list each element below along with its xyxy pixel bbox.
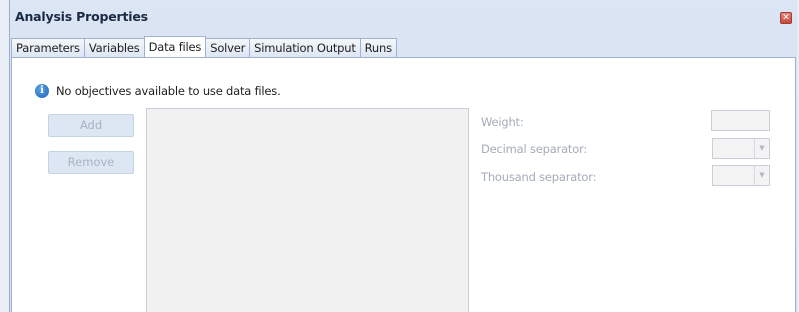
info-icon: i [35,84,49,98]
data-file-list[interactable] [146,108,469,312]
weight-input[interactable] [711,110,770,131]
thousand-separator-label: Thousand separator: [481,170,597,184]
tab-simulation-output[interactable]: Simulation Output [249,38,361,57]
close-icon: ✕ [782,13,790,23]
window-title: Analysis Properties [15,9,148,24]
info-message: i No objectives available to use data fi… [35,83,281,99]
close-button[interactable]: ✕ [780,12,792,24]
info-message-text: No objectives available to use data file… [56,84,281,98]
remove-button[interactable]: Remove [48,151,134,174]
tab-runs[interactable]: Runs [359,38,397,57]
weight-label: Weight: [481,115,524,129]
tab-variables[interactable]: Variables [83,38,145,57]
chevron-down-icon[interactable]: ▼ [754,139,769,158]
chevron-down-icon[interactable]: ▼ [754,166,769,185]
add-button[interactable]: Add [48,114,134,137]
title-bar: Analysis Properties ✕ [10,0,797,31]
thousand-separator-dropdown[interactable]: ▼ [712,165,770,186]
decimal-separator-label: Decimal separator: [481,142,588,156]
tab-solver[interactable]: Solver [205,38,251,57]
tab-data-files[interactable]: Data files [143,36,207,57]
tab-parameters[interactable]: Parameters [11,38,85,57]
decimal-separator-dropdown[interactable]: ▼ [712,138,770,159]
tab-strip: Parameters Variables Data files Solver S… [11,36,397,58]
